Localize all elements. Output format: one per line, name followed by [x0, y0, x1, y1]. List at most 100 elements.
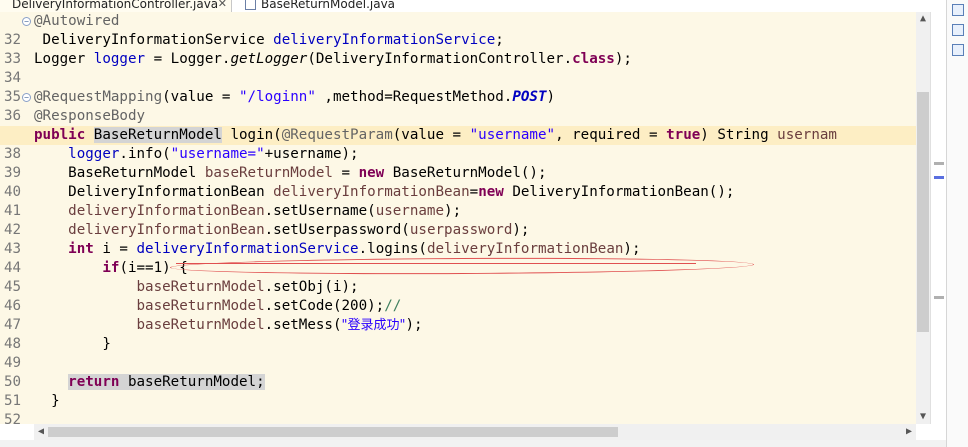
punct-token: } — [51, 393, 60, 409]
var-token: deliveryInformationBean — [68, 203, 265, 219]
code-line: 42 deliveryInformationBean.setUsername(u… — [0, 202, 916, 238]
restore-view-icon[interactable] — [952, 44, 964, 56]
horizontal-scroll-thumb[interactable] — [48, 427, 618, 437]
code-line-current: 38 public BaseReturnModel login(@Request… — [0, 126, 916, 162]
code-token: baseReturnModel; — [119, 374, 265, 390]
code-token: .setCode(200); — [264, 298, 385, 314]
tab-base-return-model[interactable]: BaseReturnModel.java — [243, 0, 403, 12]
scroll-right-icon[interactable]: ▶ — [902, 424, 916, 440]
code-line: 40 BaseReturnModel baseReturnModel = new… — [0, 164, 916, 200]
param-token: userpassword — [409, 222, 513, 238]
ruler-mark[interactable] — [934, 296, 944, 299]
var-token: baseReturnModel — [136, 298, 265, 314]
code-token: BaseReturnModel(); — [384, 165, 547, 181]
keyword-token: return — [68, 374, 120, 390]
annotation-token: @RequestMapping — [34, 89, 163, 105]
tab-delivery-information-controller[interactable]: DeliveryInformationController.java ✕ — [0, 0, 232, 12]
punct-token: ; — [495, 32, 504, 48]
var-token: deliveryInformationBean — [68, 222, 265, 238]
code-line: 48 baseReturnModel.setMess("登录成功"); — [0, 316, 916, 352]
hierarchy-view-icon[interactable] — [952, 24, 964, 36]
param-token: usernam — [777, 127, 837, 143]
editor-tab-bar: DeliveryInformationController.java ✕ Bas… — [0, 0, 968, 12]
field-token: logger — [68, 146, 120, 162]
string-token: "username=" — [170, 146, 265, 162]
code-line: 45 if(i==1) { — [0, 259, 916, 295]
punct-token: ); — [623, 241, 641, 257]
code-token: .setMess( — [264, 317, 342, 333]
var-token: deliveryInformationBean — [426, 241, 624, 257]
code-line: 47 baseReturnModel.setCode(200);// — [0, 297, 916, 333]
code-token: .info( — [119, 146, 171, 162]
string-token: "/loginn" — [239, 89, 316, 105]
code-line: 35 — [0, 69, 916, 105]
keyword-token: int — [68, 241, 94, 257]
code-token: = — [469, 184, 479, 200]
var-token: baseReturnModel — [136, 279, 265, 295]
code-token: ,method=RequestMethod. — [315, 89, 513, 105]
keyword-token: new — [478, 184, 504, 200]
code-line: 49 } — [0, 335, 916, 371]
code-line: 34 Logger logger = Logger.getLogger(Deli… — [0, 50, 916, 86]
code-token: .setUserpassword( — [264, 222, 410, 238]
code-token: .setUsername( — [264, 203, 376, 219]
var-token: deliveryInformationBean — [273, 184, 470, 200]
outline-view-icon[interactable] — [952, 4, 964, 16]
status-strip — [0, 440, 946, 447]
vertical-scroll-thumb[interactable] — [917, 92, 929, 332]
code-token: = — [332, 165, 359, 181]
scrollbar-corner — [0, 424, 34, 440]
code-token: (DeliveryInformationController. — [307, 51, 573, 67]
code-token: ) String — [700, 127, 778, 143]
side-toolbar — [946, 0, 968, 447]
method-token: getLogger — [230, 51, 308, 67]
punct-token: } — [102, 336, 111, 352]
code-line: 51 return baseReturnModel; — [0, 373, 916, 409]
scroll-down-icon[interactable]: ▼ — [916, 410, 930, 424]
close-tab-icon[interactable]: ✕ — [218, 0, 227, 12]
code-line: 50 — [0, 354, 916, 390]
code-token: , required = — [555, 127, 667, 143]
code-token: +username); — [264, 146, 359, 162]
code-line: 43 deliveryInformationBean.setUserpasswo… — [0, 221, 916, 257]
field-token: deliveryInformationService — [273, 32, 496, 48]
ruler-mark[interactable] — [934, 176, 944, 179]
var-token: baseReturnModel — [136, 317, 265, 333]
keyword-token: public — [34, 127, 86, 143]
code-editor[interactable]: 32 − @Autowired 33 DeliveryInformationSe… — [0, 12, 916, 424]
code-line: 36 − @RequestMapping(value = "/loginn" ,… — [0, 88, 916, 124]
field-token: logger — [93, 51, 146, 67]
code-line: 33 DeliveryInformationService deliveryIn… — [0, 31, 916, 67]
tab-label: BaseReturnModel.java — [261, 0, 396, 11]
selected-type-token: BaseReturnModel — [93, 127, 222, 143]
var-token: baseReturnModel — [204, 165, 333, 181]
code-token: = Logger. — [145, 51, 231, 67]
scroll-left-icon[interactable]: ◀ — [34, 424, 48, 440]
keyword-token: new — [358, 165, 385, 181]
code-token: (value = — [162, 89, 239, 105]
code-lines: 32 − @Autowired 33 DeliveryInformationSe… — [0, 12, 916, 424]
keyword-token: class — [572, 51, 615, 67]
punct-token: ); — [405, 317, 423, 333]
code-line: 44 int i = deliveryInformationService.lo… — [0, 240, 916, 276]
code-token: DeliveryInformationBean(); — [503, 184, 735, 200]
fold-toggle-icon[interactable]: − — [22, 17, 31, 26]
vertical-scrollbar[interactable]: ▲ ▼ — [916, 12, 930, 424]
horizontal-scrollbar[interactable]: ◀ ▶ — [34, 424, 916, 440]
annotation-token: @Autowired — [34, 13, 120, 29]
type-token: DeliveryInformationBean — [68, 184, 274, 200]
enum-token: POST — [512, 89, 547, 105]
field-token: deliveryInformationService — [136, 241, 359, 257]
code-token: .logins( — [358, 241, 427, 257]
punct-token: ) — [546, 89, 556, 105]
annotation-token: @ResponseBody — [34, 108, 146, 124]
punct-token: ); — [512, 222, 530, 238]
fold-toggle-icon[interactable]: − — [22, 93, 31, 102]
code-line: 52 } — [0, 392, 916, 424]
overview-ruler[interactable] — [930, 12, 947, 424]
param-token: username — [375, 203, 445, 219]
type-token: BaseReturnModel — [68, 165, 205, 181]
ruler-mark[interactable] — [934, 162, 944, 165]
scroll-up-icon[interactable]: ▲ — [916, 12, 930, 26]
code-line: 32 − @Autowired — [0, 12, 916, 48]
